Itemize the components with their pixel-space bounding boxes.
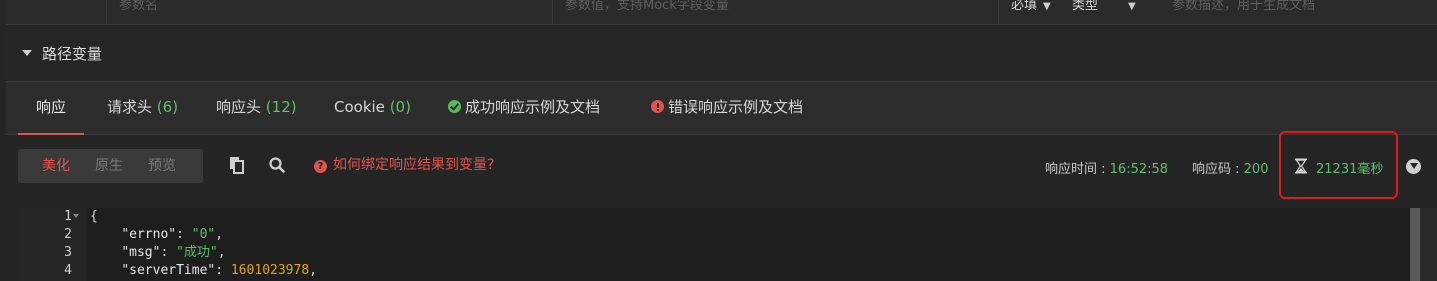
code-line: { xyxy=(90,209,98,224)
required-label: 必填 xyxy=(1011,0,1038,13)
line-number: 1 xyxy=(64,209,72,224)
view-mode-raw[interactable]: 原生 xyxy=(95,149,123,183)
bind-variable-help-link[interactable]: ? 如何绑定响应结果到变量? xyxy=(314,154,494,174)
copy-icon[interactable] xyxy=(228,156,246,174)
code-line: "serverTime": 1601023978, xyxy=(121,263,317,278)
code-line: "msg": "成功", xyxy=(121,245,226,260)
tab-error-example[interactable]: 错误响应示例及文档 xyxy=(651,82,803,135)
view-mode-switch: 美化 原生 预览 xyxy=(18,149,203,183)
param-value-input[interactable]: 参数值，支持Mock字段变量 xyxy=(552,0,998,25)
response-body-editor[interactable]: 1 2 3 4 { "errno": "0", "msg": "成功", "se… xyxy=(18,208,1437,281)
path-variables-label: 路径变量 xyxy=(42,45,103,63)
tab-label: 请求头 xyxy=(107,98,153,116)
check-circle-icon xyxy=(448,100,461,113)
tab-label: 响应头 xyxy=(216,98,262,116)
required-select[interactable]: 必填 ▼ xyxy=(998,0,1060,25)
line-number: 4 xyxy=(64,263,72,278)
response-code-value: 200 xyxy=(1243,162,1269,177)
param-row: 参数名 参数值，支持Mock字段变量 必填 ▼ 类型 ▼ 参数描述，用于生成文档 xyxy=(6,0,1437,25)
view-mode-preview[interactable]: 预览 xyxy=(148,149,176,183)
response-time: 响应时间 : 16:52:58 xyxy=(1045,158,1168,177)
tab-label: 成功响应示例及文档 xyxy=(465,98,601,116)
tab-label: 错误响应示例及文档 xyxy=(668,98,804,116)
caret-down-icon: ▼ xyxy=(1043,1,1051,12)
tab-success-example[interactable]: 成功响应示例及文档 xyxy=(448,82,600,135)
view-mode-beautify[interactable]: 美化 xyxy=(42,149,70,183)
type-label: 类型 xyxy=(1072,0,1099,13)
line-gutter: 1 2 3 4 xyxy=(18,208,86,281)
vertical-scrollbar-track[interactable] xyxy=(1420,208,1437,281)
code-content: { "errno": "0", "msg": "成功", "serverTime… xyxy=(90,208,317,280)
tab-count: (0) xyxy=(389,98,411,116)
tab-response-headers[interactable]: 响应头 (12) xyxy=(216,82,297,135)
type-select[interactable]: 类型 ▼ xyxy=(1060,0,1160,25)
search-icon[interactable] xyxy=(268,156,286,174)
tab-count: (12) xyxy=(265,98,297,116)
fold-arrow-icon[interactable] xyxy=(73,214,79,218)
response-time-label: 响应时间 : xyxy=(1045,162,1110,177)
path-variables-section[interactable]: 路径变量 xyxy=(6,26,1437,81)
response-code: 响应码 : 200 xyxy=(1192,158,1268,177)
download-circle-icon[interactable] xyxy=(1406,159,1421,174)
param-name-input[interactable]: 参数名 xyxy=(106,0,552,25)
tab-response[interactable]: 响应 xyxy=(18,82,85,135)
response-code-label: 响应码 : xyxy=(1192,162,1244,177)
vertical-scrollbar-thumb[interactable] xyxy=(1410,208,1420,281)
tab-request-headers[interactable]: 请求头 (6) xyxy=(107,82,178,135)
question-circle-icon: ? xyxy=(314,160,327,173)
tab-label: 响应 xyxy=(36,98,67,116)
tab-cookie[interactable]: Cookie (0) xyxy=(334,82,411,135)
line-number: 3 xyxy=(64,245,72,260)
response-tabs: 响应 请求头 (6) 响应头 (12) Cookie (0) 成功响应示例及文档… xyxy=(6,81,1437,135)
response-toolbar: 美化 原生 预览 ? 如何绑定响应结果到变量? 响应时间 : 16:52:58 响… xyxy=(6,131,1437,208)
code-line: "errno": "0", xyxy=(121,227,224,242)
line-number: 2 xyxy=(64,227,72,242)
caret-down-icon: ▼ xyxy=(1128,1,1136,12)
collapse-triangle-icon xyxy=(22,50,32,56)
help-text: 如何绑定响应结果到变量? xyxy=(333,157,495,173)
param-desc-input[interactable]: 参数描述，用于生成文档 xyxy=(1160,0,1437,25)
highlight-box xyxy=(1279,131,1398,199)
exclamation-circle-icon xyxy=(651,100,664,113)
response-time-value: 16:52:58 xyxy=(1109,162,1169,177)
tab-label: Cookie xyxy=(334,98,385,116)
tab-count: (6) xyxy=(156,98,179,116)
